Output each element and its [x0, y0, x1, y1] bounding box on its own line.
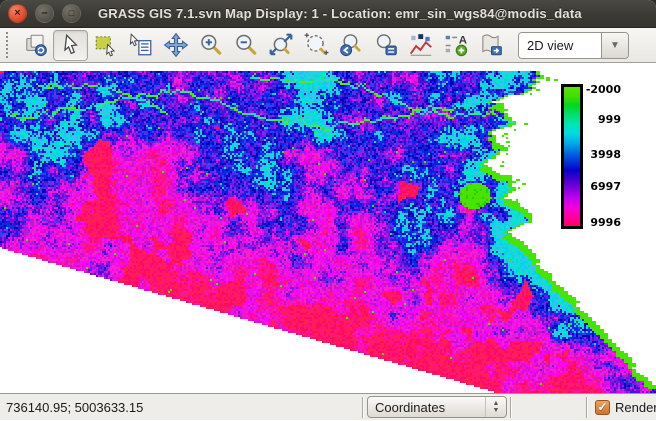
- zoom-back-button[interactable]: [333, 30, 368, 61]
- zoom-options-icon: [373, 32, 399, 58]
- coordinates-value: 736140.95; 5003633.15: [6, 400, 143, 415]
- titlebar[interactable]: × – □ GRASS GIS 7.1.svn Map Display: 1 -…: [0, 0, 656, 28]
- toolbar-grip[interactable]: [6, 32, 16, 58]
- checkmark-icon: ✓: [597, 401, 607, 413]
- select-region-icon: [93, 32, 119, 58]
- close-button[interactable]: ×: [8, 4, 27, 23]
- view-mode-value: 2D view: [519, 33, 601, 58]
- legend-color-bar: [561, 84, 583, 229]
- statusbar-mode-value: Coordinates: [368, 400, 485, 415]
- statusbar-mode-select[interactable]: Coordinates ▲▼: [367, 396, 507, 418]
- zoom-extent-icon: [268, 32, 294, 58]
- statusbar-mode-panel: Coordinates ▲▼: [364, 394, 510, 420]
- legend-label: 9996: [585, 217, 621, 229]
- zoom-region-icon: [303, 32, 329, 58]
- select-features-button[interactable]: [88, 30, 123, 61]
- render-map-icon: [23, 32, 49, 58]
- map-raster-canvas[interactable]: [0, 63, 656, 393]
- export-display-button[interactable]: [473, 30, 508, 61]
- legend-label: 3998: [585, 149, 621, 161]
- minimize-button[interactable]: –: [35, 4, 54, 23]
- query-icon: [128, 32, 154, 58]
- render-checkbox-label: Render: [615, 400, 656, 415]
- window-title: GRASS GIS 7.1.svn Map Display: 1 - Locat…: [98, 6, 582, 21]
- close-icon: ×: [14, 8, 20, 19]
- chevron-down-icon: ▼: [610, 40, 620, 51]
- maximize-icon: □: [69, 9, 74, 18]
- render-option: ✓ Render: [588, 394, 656, 420]
- analyze-map-button[interactable]: [403, 30, 438, 61]
- zoom-region-button[interactable]: [298, 30, 333, 61]
- add-overlay-icon: A: [443, 32, 469, 58]
- render-map-button[interactable]: [18, 30, 53, 61]
- statusbar-empty-panel: [512, 394, 586, 420]
- query-button[interactable]: [123, 30, 158, 61]
- pan-arrows-icon: [163, 32, 189, 58]
- zoom-options-button[interactable]: [368, 30, 403, 61]
- analyze-chart-icon: [408, 32, 434, 58]
- export-display-icon: [478, 32, 504, 58]
- legend-label: -2000: [585, 84, 621, 96]
- map-toolbar: A 2D view ▼: [0, 28, 656, 63]
- legend-label: 6997: [585, 181, 621, 193]
- add-overlay-button[interactable]: A: [438, 30, 473, 61]
- view-mode-select[interactable]: 2D view ▼: [518, 32, 629, 59]
- grass-map-display-window: × – □ GRASS GIS 7.1.svn Map Display: 1 -…: [0, 0, 656, 421]
- view-mode-dropdown-button[interactable]: ▼: [601, 33, 628, 58]
- pan-button[interactable]: [158, 30, 193, 61]
- coordinates-display: 736140.95; 5003633.15: [0, 394, 362, 420]
- render-checkbox[interactable]: ✓: [595, 400, 610, 415]
- pointer-icon: [58, 32, 84, 58]
- map-legend: -2000 999 3998 6997 9996: [561, 84, 631, 235]
- zoom-extent-button[interactable]: [263, 30, 298, 61]
- map-display-area: -2000 999 3998 6997 9996: [0, 63, 656, 393]
- zoom-back-icon: [338, 32, 364, 58]
- zoom-out-button[interactable]: [228, 30, 263, 61]
- zoom-in-icon: [198, 32, 224, 58]
- zoom-in-button[interactable]: [193, 30, 228, 61]
- pointer-button[interactable]: [53, 30, 88, 61]
- svg-text:A: A: [458, 34, 466, 46]
- minimize-icon: –: [41, 8, 47, 19]
- zoom-out-icon: [233, 32, 259, 58]
- legend-label: 999: [585, 114, 621, 126]
- statusbar: 736140.95; 5003633.15 Coordinates ▲▼ ✓ R…: [0, 393, 656, 420]
- spinner-arrows-icon[interactable]: ▲▼: [485, 397, 506, 417]
- maximize-button[interactable]: □: [62, 4, 81, 23]
